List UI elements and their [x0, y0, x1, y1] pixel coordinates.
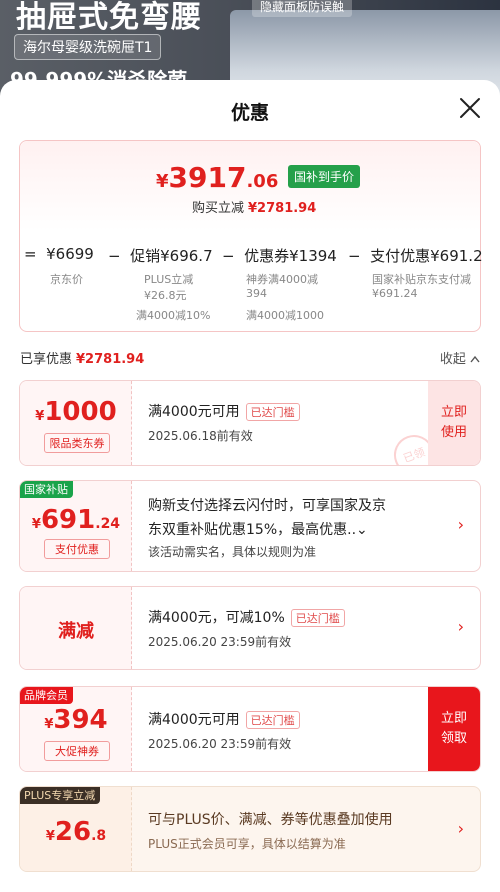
coupon-card: 品牌会员 ¥394 大促神券 满4000元可用 已达门槛 2025.06.20 2…	[19, 686, 481, 772]
breakdown-item: − 优惠券¥1394	[222, 247, 337, 265]
banner-headline: 抽屉式免弯腰	[16, 0, 202, 35]
coupon-title: 满4000元可用 已达门槛	[148, 401, 300, 421]
coupon-validity: 2025.06.20 23:59前有效	[148, 737, 292, 751]
discount-sheet: 优惠 ¥3917.06 国补到手价 购买立减 ¥2781.94 = ¥6699 京…	[0, 80, 500, 892]
coupon-type: 限品类东券	[44, 433, 110, 453]
coupon-type: 大促神券	[44, 741, 110, 761]
banner-subline: 海尔母婴级洗碗屉T1	[14, 34, 162, 60]
final-price: ¥3917.06	[156, 161, 279, 194]
coupon-card: ¥1000 限品类东券 满4000元可用 已达门槛 2025.06.18前有效 已…	[19, 380, 481, 466]
coupon-amount: ¥26.8	[45, 817, 107, 847]
breakdown-item: − 促销¥696.7	[108, 247, 213, 265]
coupon-amount: ¥394	[44, 705, 108, 735]
threshold-reached-badge: 已达门槛	[245, 711, 300, 729]
coupon-amount: ¥691.24	[31, 505, 121, 535]
coupon-card[interactable]: 国家补贴 ¥691.24 支付优惠 购新支付选择云闪付时，可享国家及京 东双重补…	[19, 480, 481, 572]
coupon-title-line2[interactable]: 东双重补贴优惠15%，最高优惠..⌄	[148, 519, 368, 539]
price-tag-badge: 国补到手价	[288, 165, 361, 188]
chevron-up-icon	[470, 355, 480, 363]
coupon-type: 支付优惠	[44, 539, 110, 559]
coupon-card[interactable]: 满减 满4000元，可减10% 已达门槛 2025.06.20 23:59前有效 …	[19, 586, 481, 670]
sheet-title: 优惠	[230, 102, 269, 124]
breakdown-item: = ¥6699	[24, 245, 94, 263]
close-button[interactable]	[456, 94, 484, 122]
banner-top-tag: 隐藏面板防误触	[252, 0, 353, 17]
coupon-validity: 2025.06.18前有效	[148, 429, 253, 443]
chevron-right-icon[interactable]: ›	[458, 819, 464, 838]
coupon-title: 满4000元，可减10% 已达门槛	[148, 607, 345, 627]
breakdown-item: − 支付优惠¥691.2	[348, 247, 483, 265]
buy-reduce-text: 购买立减 ¥2781.94	[192, 201, 317, 216]
coupon-validity: 2025.06.20 23:59前有效	[148, 635, 292, 649]
chevron-right-icon[interactable]: ›	[458, 515, 464, 534]
collapse-toggle[interactable]: 收起	[440, 348, 480, 367]
chevron-right-icon[interactable]: ›	[458, 617, 464, 636]
coupon-type-text: 满减	[58, 621, 94, 642]
coupon-card[interactable]: PLUS专享立减 ¥26.8 可与PLUS价、满减、券等优惠叠加使用 PLUS正…	[19, 786, 481, 872]
use-now-button[interactable]: 立即 使用	[428, 381, 480, 465]
plus-exclusive-badge: PLUS专享立减	[20, 787, 101, 804]
enjoyed-discount: 已享优惠 ¥2781.94	[20, 352, 145, 367]
coupon-title: 购新支付选择云闪付时，可享国家及京	[148, 498, 386, 514]
coupon-amount: ¥1000	[35, 397, 117, 427]
claim-now-button[interactable]: 立即 领取	[428, 687, 480, 771]
close-icon	[460, 98, 480, 118]
national-subsidy-badge: 国家补贴	[20, 481, 73, 498]
coupon-note: PLUS正式会员可享，具体以结算为准	[148, 837, 346, 851]
price-summary-card: ¥3917.06 国补到手价 购买立减 ¥2781.94 = ¥6699 京东价 …	[19, 140, 483, 332]
coupon-title: 可与PLUS价、满减、券等优惠叠加使用	[148, 812, 393, 828]
threshold-reached-badge: 已达门槛	[245, 403, 300, 421]
coupon-note: 该活动需实名，具体以规则为准	[148, 545, 317, 559]
coupon-title: 满4000元可用 已达门槛	[148, 709, 300, 729]
brand-member-badge: 品牌会员	[20, 687, 73, 704]
threshold-reached-badge: 已达门槛	[290, 609, 345, 627]
